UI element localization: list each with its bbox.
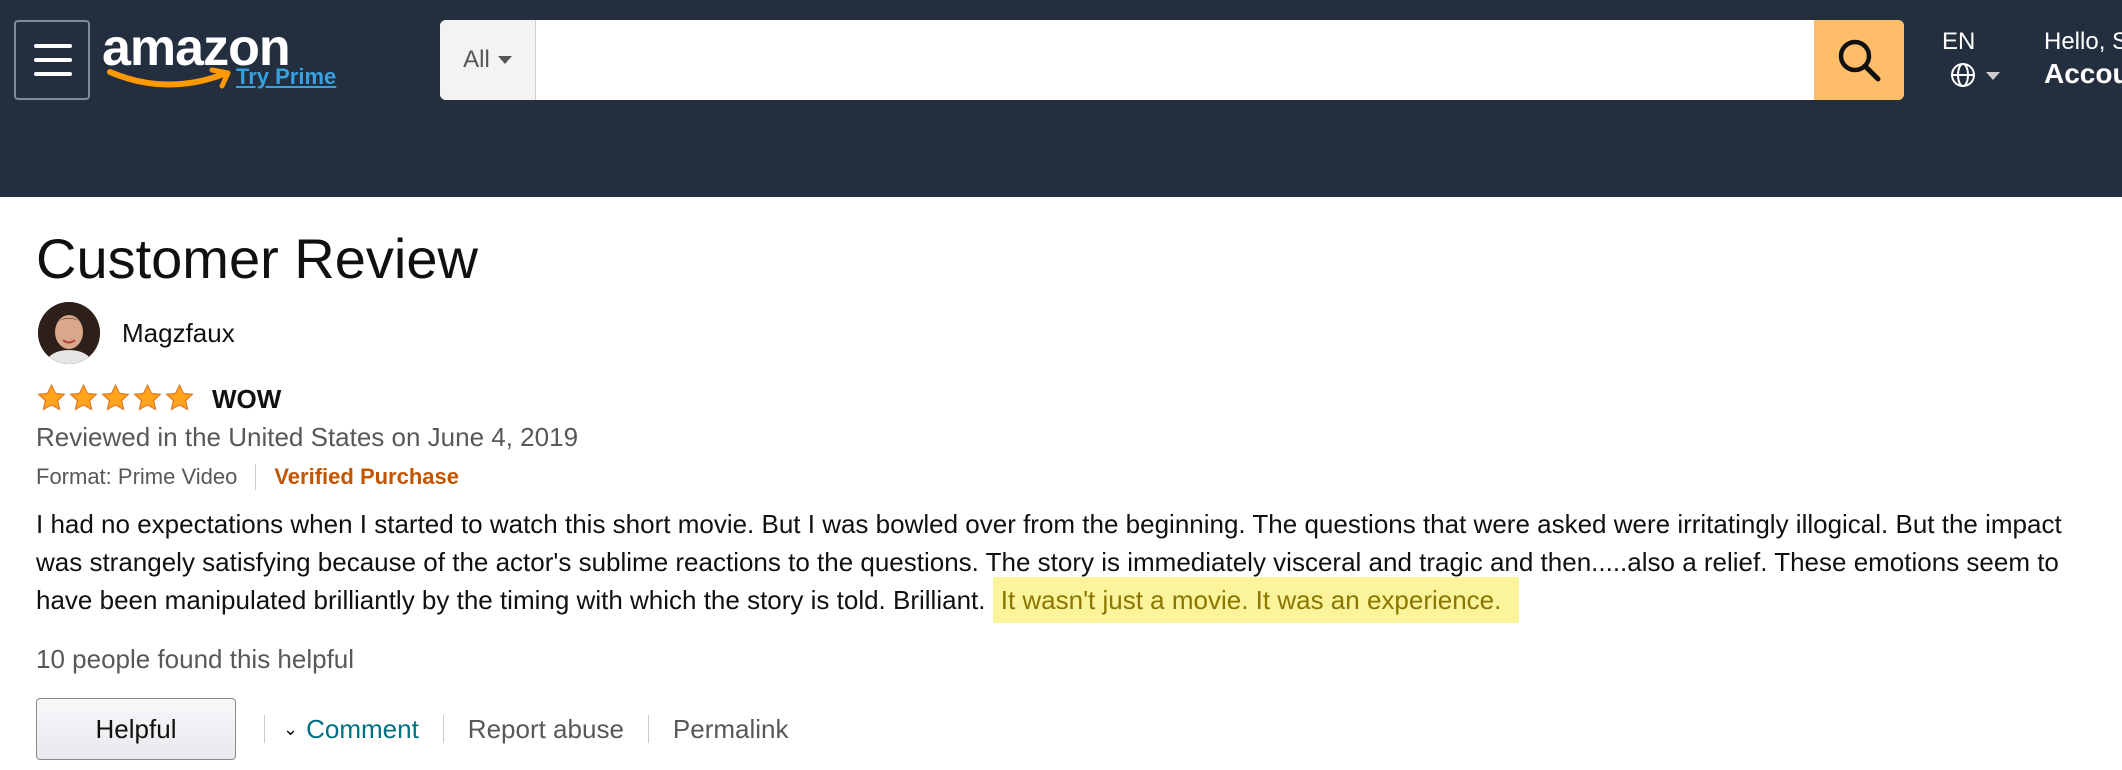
account-label: Accou	[2044, 58, 2122, 89]
nav-link-gift-cards[interactable]: Gift Cards	[1585, 259, 1707, 290]
star-icon	[69, 383, 98, 411]
nav-link-amazonbasics[interactable]: AmazonBasics	[1828, 259, 2007, 290]
star-icon	[37, 383, 66, 411]
nav-link-new-releases[interactable]: New Releases	[877, 259, 1051, 290]
caret-down-icon	[1986, 72, 2000, 80]
review-title[interactable]: WOW	[212, 384, 281, 415]
nav-link-sell[interactable]: Sell	[1745, 259, 1790, 290]
reviewer-photo	[38, 302, 100, 364]
chevron-down-icon: ⌄	[283, 718, 299, 739]
nav-link-find-a-gift[interactable]: Find a Gift	[1089, 259, 1214, 290]
format-label[interactable]: Format: Prime Video	[36, 464, 237, 490]
nav-link-customer-service[interactable]: Customer Service	[624, 259, 839, 290]
sub-nav-bar: Hello Select your address Best Sellers C…	[0, 119, 2122, 308]
review-date: Reviewed in the United States on June 4,…	[36, 422, 579, 452]
format-line: Format: Prime Video Verified Purchase	[36, 464, 459, 490]
search-icon	[1838, 39, 1881, 82]
helpful-count: 10 people found this helpful	[36, 644, 355, 674]
reviewer-name[interactable]: Magzfaux	[122, 318, 235, 349]
top-nav-bar: amazon Try Prime All EN Hello, S Accou	[0, 0, 2122, 119]
search-category-dropdown[interactable]: All	[440, 20, 536, 100]
divider	[264, 715, 265, 743]
divider	[255, 464, 257, 490]
search-category-label: All	[463, 46, 490, 73]
menu-icon[interactable]	[14, 20, 90, 100]
nav-link-whole-foods[interactable]: Whole Foods	[1251, 259, 1410, 290]
avatar[interactable]	[38, 302, 100, 364]
search-input[interactable]	[537, 20, 1809, 100]
search-bar: All	[440, 20, 1904, 100]
report-abuse-link[interactable]: Report abuse	[468, 714, 624, 745]
globe-icon	[1951, 63, 1975, 87]
helpful-button[interactable]: Helpful	[36, 698, 236, 760]
smile-arrow-icon	[107, 67, 231, 89]
nav-link-registry[interactable]: Registry	[1448, 259, 1547, 290]
star-rating[interactable]	[36, 383, 195, 413]
verified-purchase-badge: Verified Purchase	[274, 464, 459, 489]
highlighted-text: It wasn't just a movie. It was an experi…	[992, 577, 1520, 623]
divider	[442, 715, 444, 743]
nav-links: Best Sellers Customer Service New Releas…	[442, 259, 2122, 290]
caret-down-icon	[497, 56, 512, 64]
star-icon	[101, 383, 130, 411]
amazon-logo[interactable]: amazon Try Prime	[102, 14, 342, 94]
page-title: Customer Review	[36, 227, 478, 290]
try-prime-link[interactable]: Try Prime	[236, 64, 336, 90]
review-actions: Helpful ⌄ Comment Report abuse Permalink	[36, 698, 789, 760]
language-selector[interactable]: EN	[1942, 28, 2006, 92]
search-button[interactable]	[1814, 20, 1904, 100]
account-menu[interactable]: Hello, S Accou	[2044, 28, 2122, 90]
nav-link-founditonamazon[interactable]: #FoundItOn	[2045, 259, 2122, 290]
star-icon	[133, 383, 162, 411]
account-greeting: Hello, S	[2044, 28, 2122, 55]
permalink-link[interactable]: Permalink	[673, 714, 789, 745]
review-body: I had no expectations when I started to …	[36, 505, 2106, 623]
star-icon	[165, 383, 194, 411]
comment-label: Comment	[306, 713, 419, 744]
comment-link[interactable]: ⌄ Comment	[283, 714, 419, 745]
divider	[647, 715, 649, 743]
language-code: EN	[1942, 28, 1976, 55]
